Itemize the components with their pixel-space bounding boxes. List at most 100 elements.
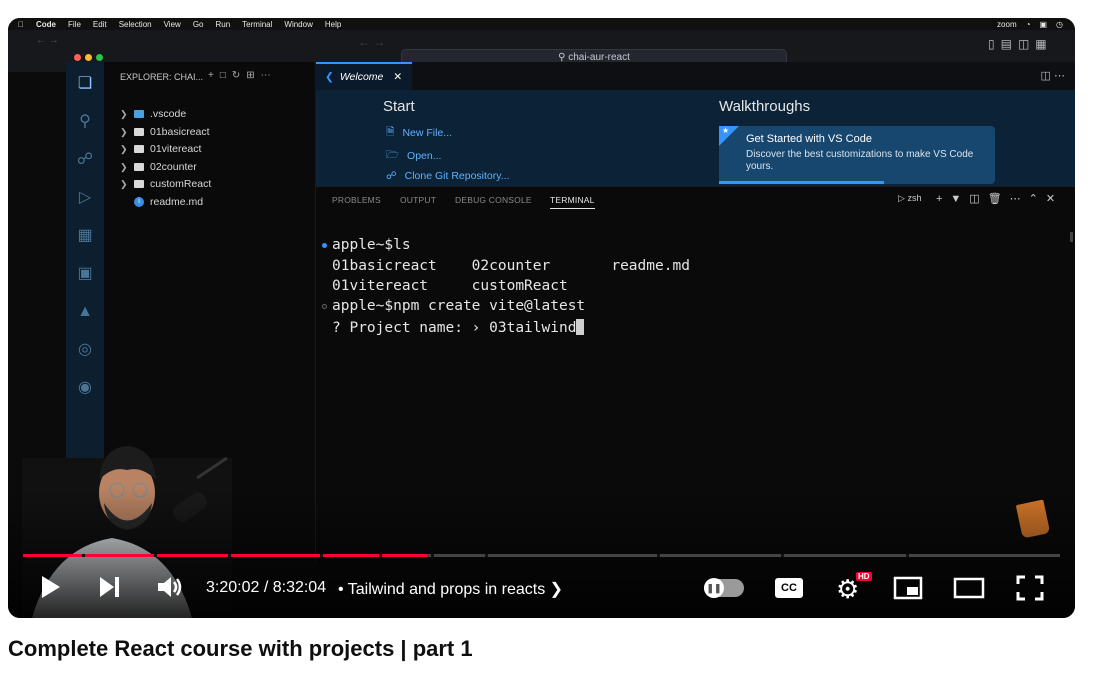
tree-item-label: 02counter	[150, 161, 197, 173]
captions-button[interactable]: CC	[775, 578, 803, 598]
miniplayer-icon[interactable]	[893, 576, 923, 600]
chapter-marker	[431, 554, 434, 557]
remote-explorer-icon[interactable]: ▣	[75, 264, 95, 284]
theater-mode-icon[interactable]	[953, 576, 985, 600]
next-icon[interactable]	[98, 574, 122, 600]
search-activity-icon[interactable]: ⚲	[75, 112, 95, 132]
tree-item-02counter[interactable]: ❯ 02counter	[120, 161, 197, 173]
chevron-right-icon: ❯	[120, 161, 128, 172]
tree-item-vscode[interactable]: ❯ .vscode	[120, 108, 186, 120]
play-icon[interactable]	[40, 574, 62, 600]
panel-header: PROBLEMS OUTPUT DEBUG CONSOLE TERMINAL ▷…	[316, 186, 1075, 212]
new-file-label: New File...	[402, 127, 453, 139]
menu-view: View	[157, 19, 181, 29]
editor-tab-bar: ❮ Welcome ✕ ◫ ⋯	[316, 62, 1075, 90]
autoplay-toggle[interactable]: ❚❚	[704, 578, 744, 598]
tree-item-readme[interactable]: i readme.md	[120, 196, 203, 208]
folder-icon	[134, 110, 144, 118]
player-controls: 3:20:02 / 8:32:04 • Tailwind and props i…	[8, 566, 1075, 610]
menu-run: Run	[209, 19, 230, 29]
timeline-icon[interactable]: ◉	[75, 378, 95, 398]
tab-terminal[interactable]: TERMINAL	[550, 195, 595, 209]
menu-go: Go	[186, 19, 204, 29]
terminal-line: apple~$ls	[332, 237, 411, 253]
tree-item-01vitereact[interactable]: ❯ 01vitereact	[120, 143, 201, 155]
terminal-scrollbar[interactable]	[1070, 232, 1073, 242]
chapter-marker	[228, 554, 231, 557]
chapter-dot: •	[338, 581, 344, 598]
menu-help: Help	[318, 19, 341, 29]
tree-item-label: readme.md	[150, 196, 204, 208]
terminal-prompt-line: ? Project name: › 03tailwind	[332, 319, 585, 336]
chapter-label: Tailwind and props in reacts	[347, 581, 546, 598]
tree-item-01basicreact[interactable]: ❯ 01basicreact	[120, 126, 210, 138]
pause-icon: ❚❚	[704, 578, 724, 598]
tab-debug-console[interactable]: DEBUG CONSOLE	[455, 195, 532, 205]
run-debug-icon[interactable]: ▷	[75, 188, 95, 208]
close-icon[interactable]: ✕	[393, 71, 402, 83]
tab-welcome[interactable]: ❮ Welcome ✕	[316, 62, 412, 90]
github-icon[interactable]: ◎	[75, 340, 95, 360]
volume-icon[interactable]	[156, 574, 184, 600]
chapter-marker	[82, 554, 85, 557]
walkthrough-title: Get Started with VS Code	[746, 133, 872, 145]
tab-output[interactable]: OUTPUT	[400, 195, 436, 205]
terminal-line: apple~$npm create vite@latest	[332, 298, 586, 314]
back-forward-icon: ← →	[36, 35, 59, 46]
progress-bar[interactable]	[23, 554, 1060, 557]
time-display: 3:20:02 / 8:32:04	[206, 579, 327, 596]
start-heading: Start	[383, 98, 415, 115]
wifi-icon: ◔	[1025, 19, 1031, 29]
new-file-link[interactable]: 🗎 New File...	[386, 124, 452, 142]
tree-item-customreact[interactable]: ❯ customReact	[120, 178, 211, 190]
git-icon: ☍	[386, 170, 397, 182]
chapter-marker	[906, 554, 909, 557]
chapter-marker	[657, 554, 660, 557]
control-center-icon: ▣	[1039, 19, 1048, 29]
menu-selection: Selection	[112, 19, 152, 29]
docker-icon[interactable]: ▲	[75, 302, 95, 322]
panel-actions-icon[interactable]: +▼◫🗑⋯⌃✕	[936, 192, 1063, 205]
video-player[interactable]:  Code File Edit Selection View Go Run T…	[8, 18, 1075, 618]
open-link[interactable]: 🗁 Open...	[386, 147, 441, 165]
chevron-right-icon: ❯	[120, 143, 128, 154]
menu-edit: Edit	[86, 19, 107, 29]
tab-problems[interactable]: PROBLEMS	[332, 195, 381, 205]
folder-open-icon: 🗁	[386, 149, 400, 161]
tab-welcome-label: Welcome	[339, 71, 384, 83]
open-label: Open...	[407, 150, 442, 162]
vscode-logo-icon: ❮	[325, 71, 334, 83]
menu-file: File	[62, 19, 81, 29]
explorer-actions-icon[interactable]: +□↻⊞⋯	[208, 70, 277, 81]
hd-badge: HD	[856, 572, 872, 581]
chapter-button[interactable]: • Tailwind and props in reacts ❯	[338, 579, 563, 599]
mac-menubar:  Code File Edit Selection View Go Run T…	[8, 18, 1075, 30]
maximize-window-icon	[96, 54, 103, 61]
star-icon: ★	[722, 126, 730, 135]
tree-item-label: customReact	[150, 178, 212, 190]
terminal-icon: ▷	[898, 193, 905, 203]
source-control-icon[interactable]: ☍	[75, 150, 95, 170]
editor-actions-icon[interactable]: ◫ ⋯	[1041, 69, 1065, 82]
close-window-icon	[74, 54, 81, 61]
walkthrough-card[interactable]: ★ Get Started with VS Code Discover the …	[719, 126, 995, 184]
terminal-cursor	[576, 319, 585, 335]
fullscreen-icon[interactable]	[1016, 575, 1044, 601]
settings-button[interactable]: ⚙ HD	[834, 572, 872, 606]
clone-repo-link[interactable]: ☍ Clone Git Repository...	[386, 170, 510, 182]
explorer-icon[interactable]: ❏	[75, 74, 95, 94]
folder-icon	[134, 180, 144, 188]
folder-icon	[134, 128, 144, 136]
chevron-right-icon: ❯	[120, 126, 128, 137]
walkthrough-description: Discover the best customizations to make…	[746, 149, 974, 172]
layout-controls-icon[interactable]: ▯▤◫▦	[988, 37, 1053, 51]
welcome-page: Start 🗎 New File... 🗁 Open... ☍ Clone Gi…	[316, 90, 1075, 186]
folder-icon	[134, 163, 144, 171]
extensions-icon[interactable]: ▦	[75, 226, 95, 246]
apple-icon: 	[18, 20, 24, 29]
info-icon: i	[134, 197, 144, 207]
walkthrough-progress	[719, 181, 884, 184]
chevron-right-icon: ❯	[549, 581, 564, 598]
terminal-line: 01vitereact customReact	[332, 278, 568, 294]
terminal-shell-selector[interactable]: ▷ zsh	[898, 193, 921, 204]
